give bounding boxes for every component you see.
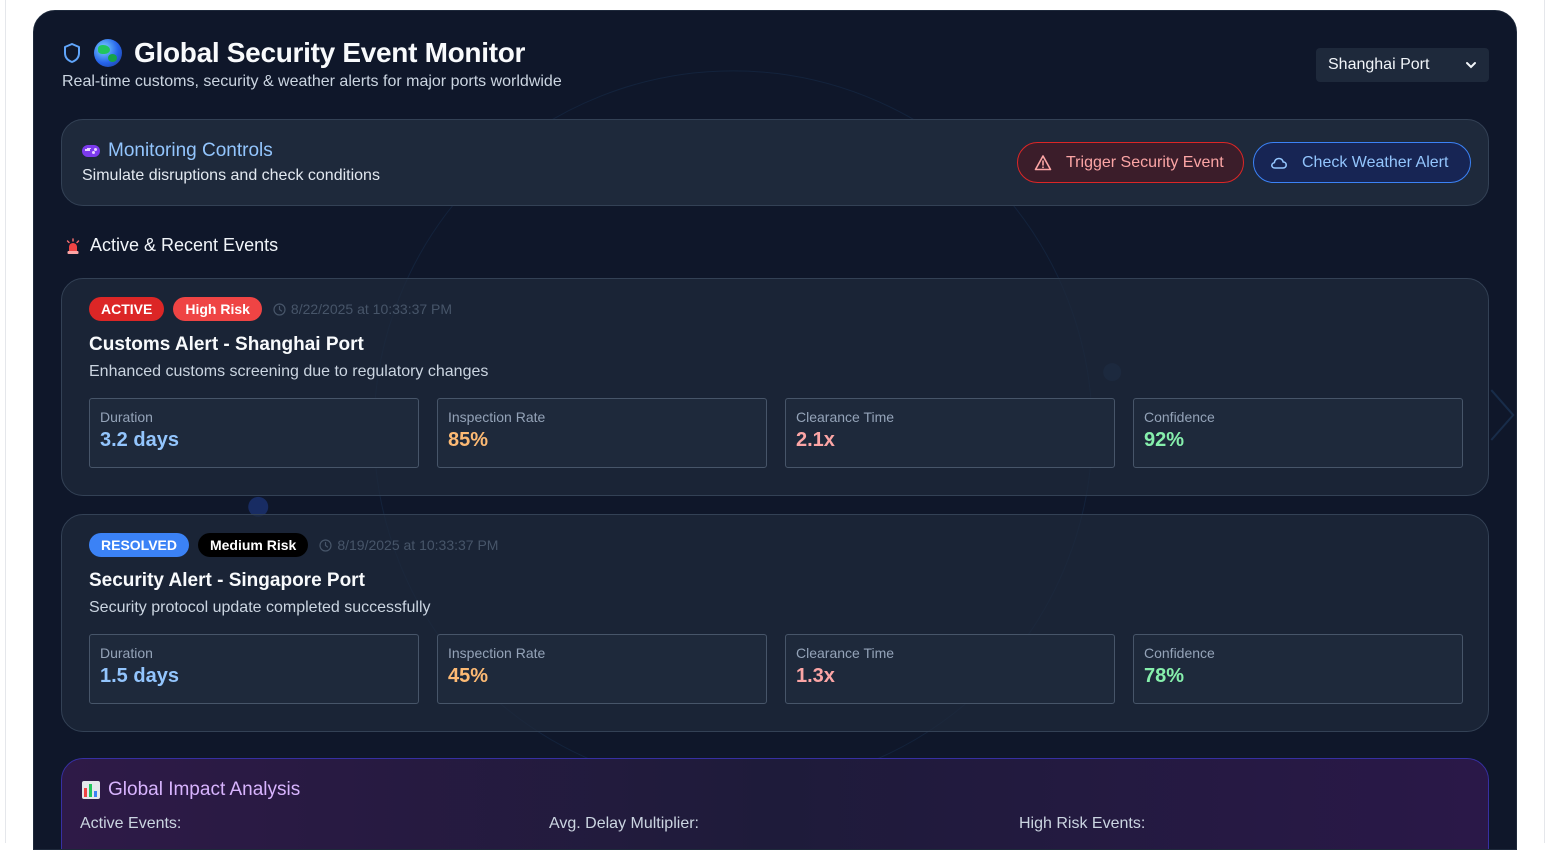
bar-chart-icon: [82, 781, 100, 799]
clock-icon: [273, 302, 286, 316]
cloud-icon: [1271, 157, 1287, 169]
metric-duration: Duration 1.5 days: [89, 634, 419, 704]
metric-label: Inspection Rate: [448, 645, 546, 661]
controls-title: Monitoring Controls: [108, 140, 273, 161]
monitoring-controls: Monitoring Controls Simulate disruptions…: [61, 119, 1489, 206]
clock-icon: [319, 538, 332, 552]
metric-clearance-time: Clearance Time 2.1x: [785, 398, 1115, 468]
metric-label: Duration: [100, 645, 153, 661]
impact-title: Global Impact Analysis: [108, 779, 301, 800]
metric-value: 78%: [1144, 665, 1185, 687]
risk-badge: Medium Risk: [197, 533, 309, 557]
controls-description: Simulate disruptions and check condition…: [82, 167, 380, 184]
metric-value: 92%: [1144, 429, 1185, 451]
trigger-security-event-label: Trigger Security Event: [1066, 153, 1224, 171]
monitor-panel: Global Security Event Monitor Real-time …: [33, 10, 1517, 850]
metric-value: 45%: [448, 665, 489, 687]
check-weather-alert-button[interactable]: Check Weather Alert: [1253, 142, 1471, 183]
chevron-down-icon: [1466, 62, 1476, 69]
metric-value: 2.1x: [796, 429, 835, 451]
event-card: RESOLVED Medium Risk 8/19/2025 at 10:33:…: [61, 514, 1489, 732]
event-timestamp: 8/19/2025 at 10:33:37 PM: [319, 537, 498, 553]
siren-icon: [66, 237, 80, 254]
metric-confidence: Confidence 92%: [1133, 398, 1463, 468]
metric-label: Inspection Rate: [448, 409, 546, 425]
gamepad-icon: [82, 145, 100, 157]
metric-label: Confidence: [1144, 645, 1215, 661]
metric-inspection-rate: Inspection Rate 45%: [437, 634, 767, 704]
globe-icon: [94, 39, 122, 67]
header: Global Security Event Monitor Real-time …: [62, 37, 562, 91]
page-title: Global Security Event Monitor: [134, 37, 526, 68]
metric-clearance-time: Clearance Time 1.3x: [785, 634, 1115, 704]
global-impact-analysis: Global Impact Analysis Active Events: Av…: [61, 758, 1489, 849]
status-badge: RESOLVED: [89, 533, 189, 557]
event-card: ACTIVE High Risk 8/22/2025 at 10:33:37 P…: [61, 278, 1489, 496]
shield-icon: [64, 43, 80, 63]
risk-badge: High Risk: [173, 297, 262, 321]
port-select[interactable]: Shanghai Port: [1316, 48, 1489, 82]
metric-label: Clearance Time: [796, 409, 895, 425]
high-risk-events-label: High Risk Events:: [1019, 815, 1146, 832]
event-description: Security protocol update completed succe…: [89, 599, 431, 616]
warning-triangle-icon: [1034, 154, 1052, 170]
event-metrics: Duration 1.5 days Inspection Rate 45% Cl…: [89, 634, 1463, 704]
trigger-security-event-button[interactable]: Trigger Security Event: [1017, 142, 1244, 183]
metric-value: 85%: [448, 429, 489, 451]
status-badge: ACTIVE: [89, 297, 165, 321]
page-subtitle: Real-time customs, security & weather al…: [62, 73, 562, 90]
event-timestamp: 8/22/2025 at 10:33:37 PM: [273, 301, 452, 317]
event-description: Enhanced customs screening due to regula…: [89, 363, 489, 380]
metric-value: 3.2 days: [100, 429, 179, 451]
avg-delay-label: Avg. Delay Multiplier:: [549, 815, 699, 832]
event-title: Customs Alert - Shanghai Port: [89, 334, 364, 355]
metric-value: 1.3x: [796, 665, 835, 687]
events-section-header: Active & Recent Events: [66, 235, 278, 256]
metric-inspection-rate: Inspection Rate 85%: [437, 398, 767, 468]
metric-value: 1.5 days: [100, 665, 179, 687]
timestamp-text: 8/19/2025 at 10:33:37 PM: [337, 537, 499, 553]
timestamp-text: 8/22/2025 at 10:33:37 PM: [290, 301, 453, 317]
active-events-label: Active Events:: [80, 815, 182, 832]
event-metrics: Duration 3.2 days Inspection Rate 85% Cl…: [89, 398, 1463, 468]
port-select-value: Shanghai Port: [1328, 56, 1430, 73]
metric-label: Duration: [100, 409, 153, 425]
metric-duration: Duration 3.2 days: [89, 398, 419, 468]
events-section-title: Active & Recent Events: [90, 235, 279, 255]
check-weather-alert-label: Check Weather Alert: [1302, 153, 1449, 171]
metric-confidence: Confidence 78%: [1133, 634, 1463, 704]
event-title: Security Alert - Singapore Port: [89, 570, 365, 591]
metric-label: Confidence: [1144, 409, 1215, 425]
metric-label: Clearance Time: [796, 645, 895, 661]
